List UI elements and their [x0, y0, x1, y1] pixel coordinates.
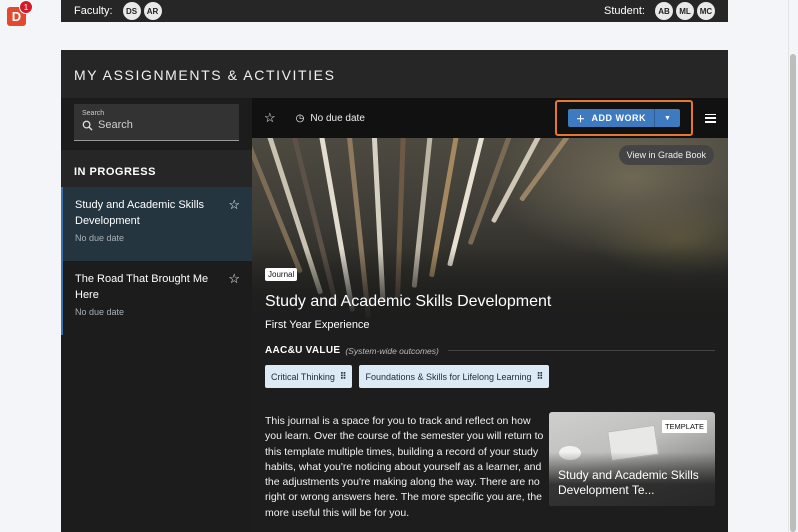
assignment-title: The Road That Brought Me Here [75, 273, 209, 301]
student-label: Student: [604, 5, 645, 17]
assignment-heading: Study and Academic Skills Development [265, 293, 552, 310]
assignment-toolbar: ☆ ◷ No due date ＋ ADD WORK ▼ [252, 98, 728, 138]
plus-icon: ＋ [575, 113, 586, 124]
faculty-avatar[interactable]: AR [143, 2, 162, 20]
assignment-list-item[interactable]: The Road That Brought Me Here No due dat… [61, 261, 252, 335]
star-icon[interactable]: ☆ [228, 197, 240, 213]
assignment-type-tag: Journal [265, 268, 298, 281]
assignment-sidebar: Search Search IN PROGRESS Study and Acad… [61, 98, 252, 532]
assignments-panel: MY ASSIGNMENTS & ACTIVITIES Search Searc… [61, 50, 728, 532]
assignment-description: This journal is a space for you to track… [265, 415, 544, 519]
clock-icon: ◷ [295, 112, 305, 124]
aac-note: (System-wide outcomes) [345, 345, 439, 356]
scrollbar-thumb[interactable] [790, 54, 796, 532]
aac-value-heading: AAC&U VALUE (System-wide outcomes) [265, 345, 715, 356]
view-in-grade-book-button[interactable]: View in Grade Book [618, 145, 714, 165]
faculty-student-bar: Faculty: DS AR Student: AB ML MC [61, 0, 728, 22]
caret-down-icon: ▼ [664, 114, 671, 122]
course-name: First Year Experience [265, 319, 370, 331]
outcome-chip[interactable]: Critical Thinking ⠿ [265, 365, 353, 388]
aac-label: AAC&U VALUE [265, 345, 341, 356]
outcome-list: Critical Thinking ⠿ Foundations & Skills … [265, 365, 550, 388]
add-work-button[interactable]: ＋ ADD WORK [568, 109, 654, 127]
student-avatar[interactable]: AB [655, 2, 673, 20]
assignment-due: No due date [75, 233, 125, 243]
divider [447, 350, 715, 351]
search-icon [82, 120, 93, 131]
assignment-due: No due date [75, 307, 125, 317]
section-heading-in-progress: IN PROGRESS [61, 150, 252, 187]
outcome-grid-icon: ⠿ [536, 371, 544, 381]
student-group: Student: AB ML MC [604, 2, 715, 20]
faculty-label: Faculty: [74, 5, 113, 17]
search-label: Search [82, 110, 105, 117]
star-icon[interactable]: ☆ [228, 271, 240, 287]
star-icon[interactable]: ☆ [264, 110, 276, 126]
template-tag: TEMPLATE [661, 420, 707, 433]
page-title: MY ASSIGNMENTS & ACTIVITIES [74, 67, 336, 83]
outcome-label: Foundations & Skills for Lifelong Learni… [365, 371, 532, 382]
add-work-label: ADD WORK [591, 113, 646, 123]
faculty-avatar[interactable]: DS [122, 2, 141, 20]
assignment-detail: View in Grade Book ☆ ◷ No due date ＋ ADD … [252, 98, 728, 532]
notification-badge[interactable]: 1 [19, 0, 33, 14]
assignment-title: Study and Academic Skills Development [75, 199, 205, 227]
search-placeholder: Search [98, 119, 133, 131]
outcome-chip[interactable]: Foundations & Skills for Lifelong Learni… [359, 365, 550, 388]
student-avatar[interactable]: ML [676, 2, 694, 20]
student-avatar[interactable]: MC [697, 2, 715, 20]
hamburger-menu-icon[interactable] [705, 113, 716, 123]
template-card-title: Study and Academic Skills Development Te… [558, 468, 699, 497]
page-scrollbar[interactable] [788, 0, 798, 532]
due-date-label: No due date [310, 112, 365, 124]
add-work-dropdown[interactable]: ▼ [654, 109, 680, 127]
template-card[interactable]: TEMPLATE Study and Academic Skills Devel… [549, 412, 715, 506]
assignment-list-item[interactable]: Study and Academic Skills Development No… [61, 187, 252, 261]
add-work-highlight: ＋ ADD WORK ▼ [554, 100, 693, 136]
outcome-label: Critical Thinking [271, 371, 335, 382]
search-input[interactable]: Search Search [74, 104, 239, 141]
add-work-split-button: ＋ ADD WORK ▼ [567, 109, 680, 127]
outcome-grid-icon: ⠿ [339, 371, 347, 381]
faculty-group: Faculty: DS AR [74, 2, 162, 20]
